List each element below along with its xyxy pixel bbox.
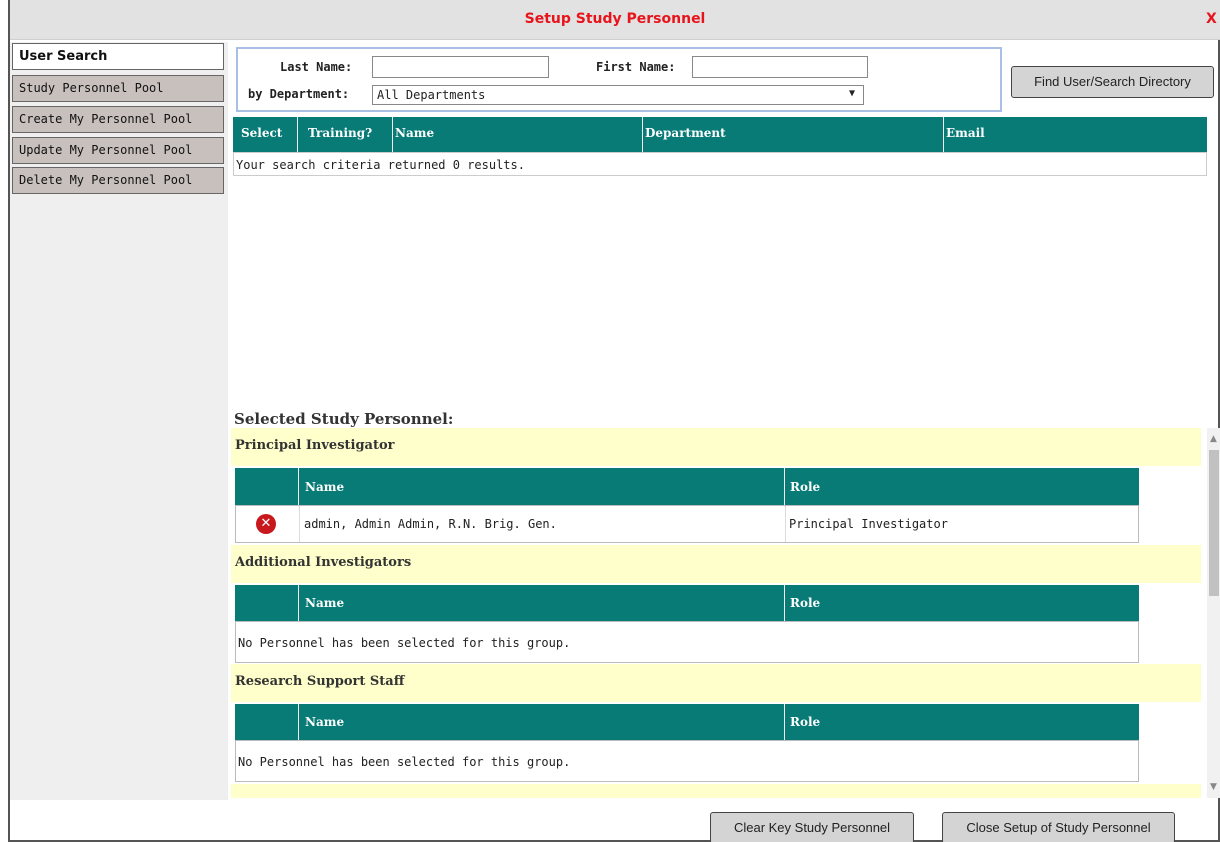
first-name-input[interactable] (692, 56, 868, 78)
group-empty-message: No Personnel has been selected for this … (238, 636, 571, 650)
sidebar-item-create-personnel-pool[interactable]: Create My Personnel Pool (12, 106, 224, 133)
scroll-up-arrow-icon[interactable]: ▲ (1207, 432, 1220, 446)
column-header-name: Name (305, 596, 345, 610)
scroll-down-arrow-icon[interactable]: ▼ (1207, 780, 1220, 794)
department-select-value: All Departments (377, 88, 486, 102)
group-empty-message: No Personnel has been selected for this … (238, 755, 571, 769)
selected-personnel-scroll-area: Principal Investigator Name Role ✕ admin… (231, 428, 1220, 798)
column-header-name: Name (395, 126, 435, 140)
column-header-role: Role (790, 480, 821, 494)
group-title: Additional Investigators (235, 555, 412, 570)
results-empty-message: Your search criteria returned 0 results. (236, 158, 525, 172)
department-select[interactable]: All Departments ▼ (372, 85, 864, 105)
column-header-name: Name (305, 715, 345, 729)
results-table-body: Your search criteria returned 0 results. (233, 152, 1207, 176)
sidebar-item-update-personnel-pool[interactable]: Update My Personnel Pool (12, 137, 224, 164)
sidebar-item-delete-personnel-pool[interactable]: Delete My Personnel Pool (12, 167, 224, 194)
column-header-role: Role (790, 715, 821, 729)
group-additional-investigators: Additional Investigators (231, 545, 1201, 583)
group-table-header: Name Role (235, 468, 1139, 505)
dialog-title: Setup Study Personnel (524, 11, 706, 27)
column-header-select: Select (241, 126, 283, 140)
vertical-scrollbar[interactable]: ▲ ▼ (1207, 428, 1220, 798)
column-header-training: Training? (308, 126, 373, 140)
close-setup-button[interactable]: Close Setup of Study Personnel (942, 812, 1175, 842)
column-header-department: Department (645, 126, 726, 140)
last-name-input[interactable] (372, 56, 549, 78)
clear-key-personnel-button[interactable]: Clear Key Study Personnel (710, 812, 914, 842)
column-header-email: Email (946, 126, 985, 140)
remove-circle-icon[interactable]: ✕ (256, 514, 276, 534)
sidebar-item-user-search[interactable]: User Search (12, 43, 224, 70)
dropdown-arrow-icon: ▼ (848, 88, 855, 99)
group-title: Research Support Staff (235, 674, 405, 689)
search-form: Last Name: First Name: by Department: Al… (236, 47, 1002, 112)
setup-study-personnel-dialog: Setup Study Personnel X User Search Stud… (8, 0, 1220, 842)
table-row: No Personnel has been selected for this … (235, 621, 1139, 663)
group-principal-investigator: Principal Investigator (231, 428, 1201, 466)
group-title: Principal Investigator (235, 438, 395, 453)
column-header-name: Name (305, 480, 345, 494)
dialog-titlebar: Setup Study Personnel X (10, 0, 1220, 40)
department-label: by Department: (248, 87, 350, 101)
sidebar: User Search Study Personnel Pool Create … (10, 42, 228, 800)
scrollbar-thumb[interactable] (1209, 450, 1219, 596)
close-dialog-button[interactable]: X (1206, 11, 1220, 27)
results-table-header: Select Training? Name Department Email (233, 117, 1207, 152)
personnel-name: admin, Admin Admin, R.N. Brig. Gen. (304, 517, 557, 531)
selected-personnel-heading: Selected Study Personnel: (234, 410, 454, 428)
first-name-label: First Name: (596, 60, 676, 74)
find-user-button[interactable]: Find User/Search Directory (1011, 66, 1214, 98)
table-row: No Personnel has been selected for this … (235, 740, 1139, 782)
sidebar-item-study-personnel-pool[interactable]: Study Personnel Pool (12, 75, 224, 102)
group-table-header: Name Role (235, 585, 1139, 621)
last-name-label: Last Name: (280, 60, 353, 74)
group-band-partial (231, 784, 1201, 798)
column-header-role: Role (790, 596, 821, 610)
personnel-role: Principal Investigator (789, 517, 948, 531)
group-research-support-staff: Research Support Staff (231, 664, 1201, 702)
group-table-header: Name Role (235, 704, 1139, 740)
table-row: ✕ admin, Admin Admin, R.N. Brig. Gen. Pr… (235, 505, 1139, 543)
